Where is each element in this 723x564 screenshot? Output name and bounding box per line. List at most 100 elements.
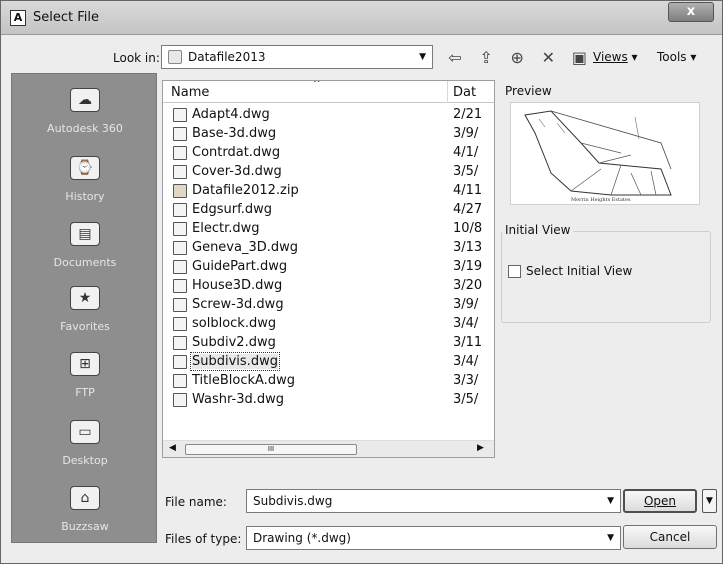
views-label: Views [593,50,628,64]
file-date: 2/21 [453,107,483,122]
tools-menu[interactable]: Tools ▾ [657,50,696,64]
place-ftp[interactable]: ⊞ FTP [12,352,158,399]
history-icon: ⌚ [70,156,100,180]
column-header-date[interactable]: Dat [453,85,476,100]
preview-label: Preview [505,84,552,98]
file-row[interactable]: Edgsurf.dwg 4/27 [163,201,494,220]
scroll-thumb[interactable]: III [185,444,357,455]
file-row[interactable]: Cover-3d.dwg 3/5/ [163,163,494,182]
file-date: 3/19 [453,259,483,274]
file-row[interactable]: House3D.dwg 3/20 [163,277,494,296]
file-row[interactable]: solblock.dwg 3/4/ [163,315,494,334]
file-name: Datafile2012.zip [192,183,299,198]
file-name: Electr.dwg [192,221,260,236]
place-favorites[interactable]: ★ Favorites [12,286,158,333]
file-date: 4/27 [453,202,483,217]
dwg-file-icon [173,336,187,350]
buzzsaw-icon: ⌂ [70,486,100,510]
place-autodesk-360[interactable]: ☁ Autodesk 360 [12,88,158,135]
dwg-file-icon [173,127,187,141]
file-date: 3/13 [453,240,483,255]
cancel-button[interactable]: Cancel [623,525,717,549]
scroll-left-icon[interactable]: ◀ [169,443,176,453]
place-desktop[interactable]: ▭ Desktop [12,420,158,467]
lookin-value: Datafile2013 [188,50,266,64]
file-row[interactable]: TitleBlockA.dwg 3/3/ [163,372,494,391]
file-list: Name ^ Dat Adapt4.dwg 2/21 Base-3d.dwg 3/9… [162,80,495,458]
dwg-file-icon [173,260,187,274]
filename-input[interactable]: Subdivis.dwg ▼ [246,489,621,513]
dwg-file-icon [173,393,187,407]
delete-icon[interactable]: ✕ [535,48,561,67]
tools-label: Tools [657,50,687,64]
file-date: 4/11 [453,183,483,198]
place-label: Autodesk 360 [47,122,123,135]
up-folder-icon[interactable]: ⇪ [473,48,499,67]
new-folder-icon[interactable]: ▣ [566,48,592,67]
chevron-down-icon[interactable]: ▼ [419,52,426,62]
column-divider[interactable] [447,81,448,103]
file-row[interactable]: Subdiv2.dwg 3/11 [163,334,494,353]
dwg-file-icon [173,298,187,312]
chevron-down-icon[interactable]: ▼ [607,533,614,543]
file-date: 3/4/ [453,316,479,331]
open-options-dropdown[interactable]: ▼ [702,489,717,513]
file-row[interactable]: Base-3d.dwg 3/9/ [163,125,494,144]
back-icon[interactable]: ⇦ [442,48,468,67]
file-row[interactable]: Geneva_3D.dwg 3/13 [163,239,494,258]
scroll-right-icon[interactable]: ▶ [477,443,484,453]
file-row[interactable]: GuidePart.dwg 3/19 [163,258,494,277]
lookin-dropdown[interactable]: Datafile2013 ▼ [161,45,433,69]
horizontal-scrollbar[interactable]: ◀ III ▶ [163,440,494,457]
place-history[interactable]: ⌚ History [12,156,158,203]
place-label: Documents [53,256,117,269]
dwg-file-icon [173,108,187,122]
file-name: Cover-3d.dwg [192,164,282,179]
file-name: Contrdat.dwg [192,145,281,160]
file-name: Subdiv2.dwg [192,335,276,350]
file-row[interactable]: Electr.dwg 10/8 [163,220,494,239]
select-initial-view-checkbox[interactable] [508,265,521,278]
file-row[interactable]: Datafile2012.zip 4/11 [163,182,494,201]
select-file-dialog: A Select File x Look in: Datafile2013 ▼ … [0,0,723,564]
views-menu[interactable]: Views ▾ [593,50,638,64]
file-row[interactable]: Contrdat.dwg 4/1/ [163,144,494,163]
dwg-file-icon [173,374,187,388]
subdivision-preview-drawing: Merrin Heights Estates [524,110,672,203]
file-date: 3/3/ [453,373,479,388]
file-name: Edgsurf.dwg [192,202,272,217]
open-button[interactable]: Open [623,489,697,513]
file-row-selected[interactable]: Subdivis.dwg 3/4/ [163,352,494,372]
file-date: 3/5/ [453,392,479,407]
file-name: Washr-3d.dwg [192,392,284,407]
file-row[interactable]: Screw-3d.dwg 3/9/ [163,296,494,315]
dwg-file-icon [173,165,187,179]
desktop-icon: ▭ [70,420,100,444]
file-row[interactable]: Adapt4.dwg 2/21 [163,106,494,125]
filename-value: Subdivis.dwg [253,494,333,508]
chevron-down-icon[interactable]: ▼ [607,496,614,506]
file-date: 3/9/ [453,297,479,312]
filetype-select[interactable]: Drawing (*.dwg) ▼ [246,526,621,550]
place-label: Desktop [62,454,108,467]
ftp-icon: ⊞ [70,352,100,376]
place-label: History [65,190,105,203]
sort-caret-icon: ^ [313,80,321,89]
search-web-icon[interactable]: ⊕ [504,48,530,67]
dwg-file-icon [173,355,187,369]
place-documents[interactable]: ▤ Documents [12,222,158,269]
file-name: Subdivis.dwg [190,352,280,371]
initial-view-label: Initial View [503,223,573,237]
dwg-file-icon [173,146,187,160]
file-date: 3/4/ [453,354,479,369]
dwg-file-icon [173,279,187,293]
close-button[interactable]: x [668,2,714,22]
place-label: Favorites [60,320,110,333]
column-header-name[interactable]: Name [171,85,209,100]
file-row[interactable]: Washr-3d.dwg 3/5/ [163,391,494,410]
select-initial-view-label[interactable]: Select Initial View [526,264,632,278]
file-date: 3/20 [453,278,483,293]
place-buzzsaw[interactable]: ⌂ Buzzsaw [12,486,158,533]
list-header: Name ^ Dat [163,80,494,103]
file-date: 10/8 [453,221,483,236]
